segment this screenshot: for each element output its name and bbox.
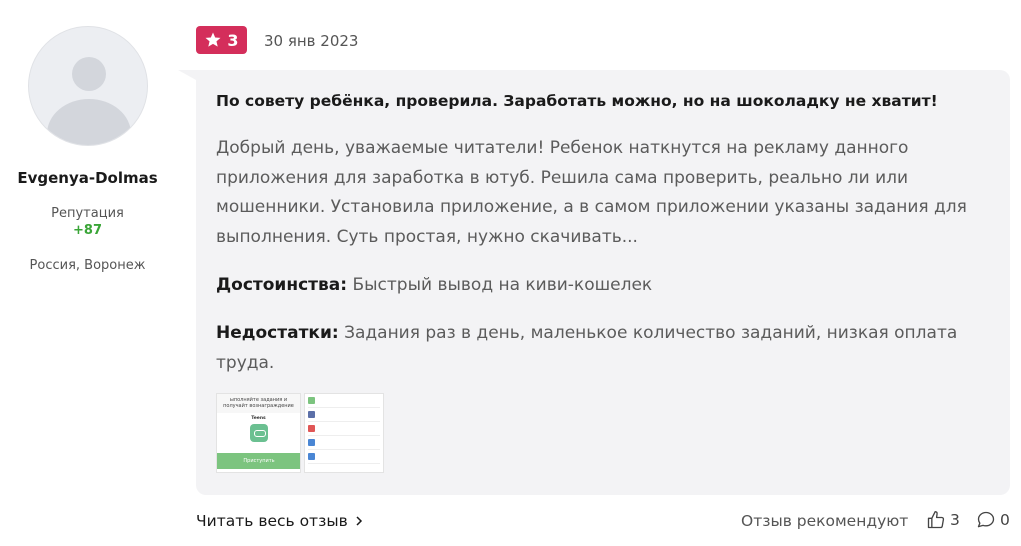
review-excerpt: Добрый день, уважаемые читатели! Ребенок… <box>216 138 967 247</box>
avatar-head-shape <box>72 57 106 91</box>
thumbs-up-icon <box>927 511 945 529</box>
avatar[interactable] <box>28 26 148 146</box>
thumb-row <box>308 422 380 436</box>
app-icon <box>308 439 315 446</box>
like-button[interactable]: 3 <box>926 510 960 530</box>
thumb-row <box>308 394 380 408</box>
thumb-row <box>308 408 380 422</box>
rating-value: 3 <box>227 30 239 50</box>
reputation-label: Репутация <box>51 206 124 221</box>
reputation-value: +87 <box>73 223 102 238</box>
author-name[interactable]: Evgenya-Dolmas <box>0 169 175 187</box>
author-location: Россия, Воронеж <box>29 258 146 273</box>
review-cons: Недостатки: Задания раз в день, маленько… <box>216 319 1006 378</box>
app-icon <box>308 425 315 432</box>
thumb-caption: ыполняйте задания и получайт вознагражде… <box>217 394 300 413</box>
thumb-app-name: Teens <box>251 416 266 421</box>
thumb-button: Приступить <box>217 453 300 469</box>
star-icon <box>205 32 221 47</box>
pros-text: Быстрый вывод на киви-кошелек <box>352 275 653 295</box>
comment-icon <box>977 511 995 528</box>
review-image-1[interactable]: ыполняйте задания и получайт вознагражде… <box>216 393 301 473</box>
comments-button[interactable]: 0 <box>976 510 1010 530</box>
key-icon <box>249 424 268 442</box>
comments-count: 0 <box>1000 511 1010 529</box>
thumb-row <box>308 436 380 450</box>
cons-label: Недостатки: <box>216 323 339 343</box>
app-icon <box>308 453 315 460</box>
chevron-right-icon <box>356 516 362 526</box>
review-image-2[interactable] <box>304 393 384 473</box>
review-title[interactable]: По совету ребёнка, проверила. Заработать… <box>216 92 996 110</box>
app-icon <box>308 411 315 418</box>
thumb-row <box>308 450 380 464</box>
pros-label: Достоинства: <box>216 275 348 295</box>
app-icon <box>308 397 315 404</box>
read-more-link[interactable]: Читать весь отзыв <box>196 512 364 530</box>
recommend-label: Отзыв рекомендуют <box>741 512 909 530</box>
review-date: 30 янв 2023 <box>264 32 359 50</box>
review-pros: Достоинства: Быстрый вывод на киви-кошел… <box>216 271 1006 301</box>
avatar-body-shape <box>47 99 131 145</box>
likes-count: 3 <box>950 511 960 529</box>
review-card: По совету ребёнка, проверила. Заработать… <box>178 70 1010 495</box>
read-more-label: Читать весь отзыв <box>196 512 348 530</box>
review-footer: Читать весь отзыв Отзыв рекомендуют 3 0 <box>196 510 1010 534</box>
rating-badge: 3 <box>196 26 247 54</box>
